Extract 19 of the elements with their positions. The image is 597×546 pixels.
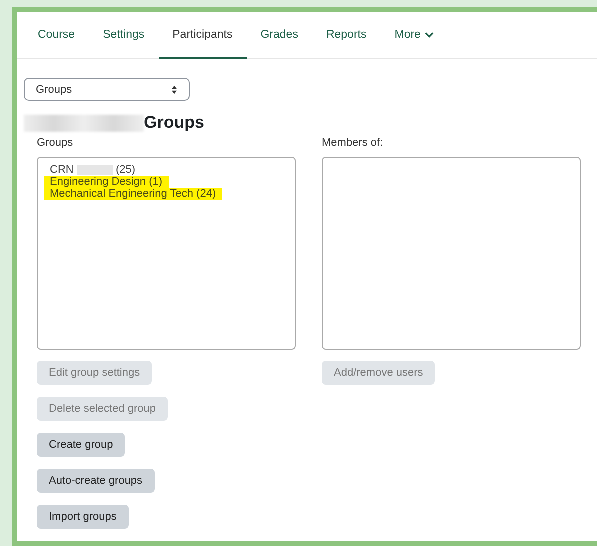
page-heading: Groups xyxy=(144,113,204,133)
groups-label: Groups xyxy=(37,137,74,151)
group-option[interactable]: Mechanical Engineering Tech (24) xyxy=(44,188,222,200)
action-button[interactable]: Auto-create groups xyxy=(37,469,155,493)
members-label: Members of: xyxy=(322,137,384,151)
nav-tab[interactable]: Grades xyxy=(246,12,312,59)
page-select[interactable]: Groups xyxy=(24,78,190,101)
groups-listbox[interactable]: CRN (25) Engineering Design (1) Mechanical Engineering Tech (24) xyxy=(37,157,296,350)
nav-tab[interactable]: Reports xyxy=(312,12,381,59)
action-button[interactable]: Create group xyxy=(37,433,126,457)
group-option[interactable]: CRN (25) xyxy=(44,164,142,176)
nav-tab[interactable]: Course xyxy=(24,12,90,59)
sort-arrows-icon xyxy=(171,84,178,94)
nav-tab[interactable]: More xyxy=(380,12,448,59)
members-listbox[interactable] xyxy=(322,157,581,350)
nav-tab[interactable]: Settings xyxy=(89,12,159,59)
nav-tab[interactable]: Participants xyxy=(158,12,247,59)
group-option[interactable]: Engineering Design (1) xyxy=(44,176,169,188)
action-button[interactable]: Import groups xyxy=(37,505,129,529)
